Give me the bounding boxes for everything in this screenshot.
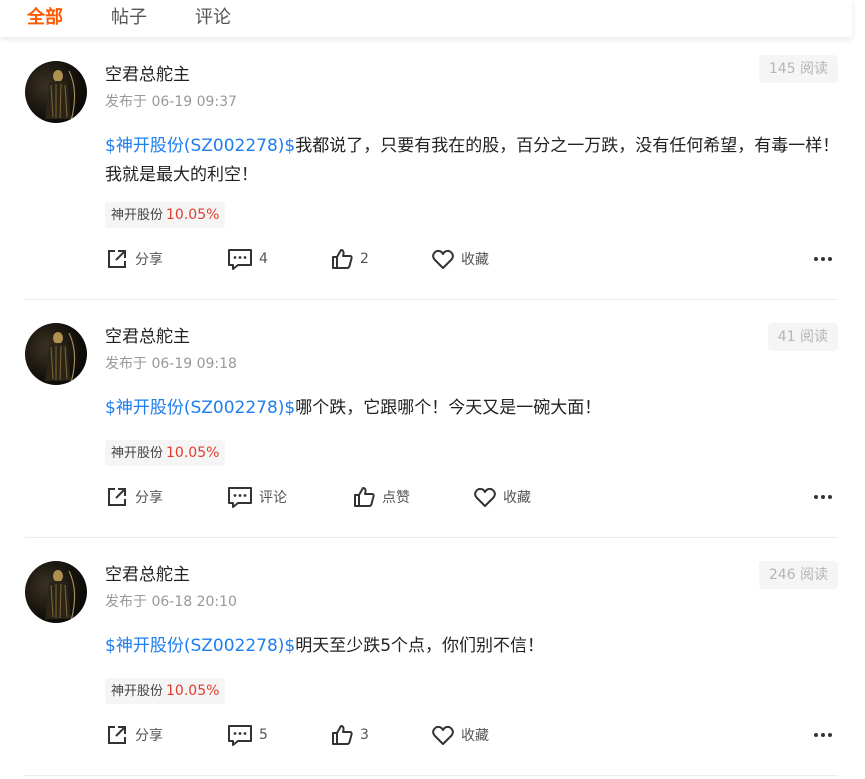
comment-button[interactable]: 4: [227, 244, 268, 274]
share-button[interactable]: 分享: [105, 482, 163, 512]
stock-chip[interactable]: 神开股份 10.05%: [105, 678, 226, 704]
favorite-label: 收藏: [461, 728, 489, 744]
heart-icon: [432, 249, 454, 269]
stock-chip-change: 10.05%: [166, 445, 220, 461]
favorite-button[interactable]: 收藏: [473, 482, 531, 512]
post-content[interactable]: $神开股份(SZ002278)$明天至少跌5个点，你们别不信！: [105, 632, 840, 661]
heart-icon: [432, 725, 454, 745]
post-time: 发布于 06-19 09:18: [105, 356, 237, 372]
more-options-button[interactable]: [812, 244, 834, 274]
post-content[interactable]: $神开股份(SZ002278)$我都说了，只要有我在的股，百分之一万跌，没有任何…: [105, 132, 840, 190]
share-button[interactable]: 分享: [105, 244, 163, 274]
avatar-figure-icon: [45, 570, 76, 622]
stock-chip-name: 神开股份: [111, 208, 164, 223]
share-icon: [108, 250, 126, 268]
avatar[interactable]: [25, 561, 87, 623]
comment-icon: [228, 249, 252, 270]
stock-chip[interactable]: 神开股份 10.05%: [105, 440, 226, 466]
tab-comments[interactable]: 评论: [195, 6, 231, 30]
stock-chip-change: 10.05%: [166, 683, 220, 699]
share-label: 分享: [135, 252, 163, 268]
action-bar: 分享 评论 点赞 收藏: [105, 482, 838, 512]
stock-chip[interactable]: 神开股份 10.05%: [105, 202, 226, 228]
post-text: 明天至少跌5个点，你们别不信！: [295, 636, 545, 656]
more-icon: [814, 257, 832, 261]
tab-all[interactable]: 全部: [27, 6, 63, 30]
thumbs-up-icon: [354, 487, 375, 507]
stock-chip-name: 神开股份: [111, 684, 164, 699]
like-count: 2: [360, 251, 369, 267]
like-button[interactable]: 点赞: [352, 482, 410, 512]
comment-icon: [228, 725, 252, 746]
read-count: 246 阅读: [758, 561, 838, 589]
avatar-figure-icon: [45, 70, 76, 122]
favorite-button[interactable]: 收藏: [431, 720, 489, 750]
comment-label: 评论: [259, 490, 287, 506]
favorite-label: 收藏: [503, 490, 531, 506]
read-count: 145 阅读: [758, 55, 838, 83]
avatar-figure-icon: [45, 332, 76, 384]
author-name[interactable]: 空君总舵主: [105, 326, 190, 348]
comment-count: 4: [259, 251, 268, 267]
comment-button[interactable]: 评论: [227, 482, 287, 512]
share-label: 分享: [135, 490, 163, 506]
like-count: 3: [360, 727, 369, 743]
post-time: 发布于 06-19 09:37: [105, 94, 237, 110]
stock-link[interactable]: $神开股份(SZ002278)$: [105, 636, 295, 656]
tab-bar: 全部 帖子 评论: [0, 0, 852, 37]
share-label: 分享: [135, 728, 163, 744]
more-icon: [814, 495, 832, 499]
post-card: 空君总舵主 发布于 06-19 09:18 41 阅读 $神开股份(SZ0022…: [25, 299, 838, 538]
more-options-button[interactable]: [812, 482, 834, 512]
post-text: 哪个跌，它跟哪个！今天又是一碗大面！: [295, 398, 602, 418]
thumbs-up-icon: [332, 249, 353, 269]
more-options-button[interactable]: [812, 720, 834, 750]
tab-posts[interactable]: 帖子: [111, 6, 147, 30]
read-count: 41 阅读: [767, 323, 838, 351]
author-name[interactable]: 空君总舵主: [105, 564, 190, 586]
stock-link[interactable]: $神开股份(SZ002278)$: [105, 398, 295, 418]
author-name[interactable]: 空君总舵主: [105, 64, 190, 86]
comment-icon: [228, 487, 252, 508]
post-card: 空君总舵主 发布于 06-18 20:10 246 阅读 $神开股份(SZ002…: [25, 537, 838, 776]
favorite-label: 收藏: [461, 252, 489, 268]
post-card: 空君总舵主 发布于 06-19 09:37 145 阅读 $神开股份(SZ002…: [25, 37, 840, 300]
stock-link[interactable]: $神开股份(SZ002278)$: [105, 136, 295, 156]
more-icon: [814, 733, 832, 737]
post-time: 发布于 06-18 20:10: [105, 594, 237, 610]
like-label: 点赞: [382, 490, 410, 506]
comment-count: 5: [259, 727, 268, 743]
share-button[interactable]: 分享: [105, 720, 163, 750]
stock-chip-change: 10.05%: [166, 207, 220, 223]
thumbs-up-icon: [332, 725, 353, 745]
avatar[interactable]: [25, 323, 87, 385]
heart-icon: [474, 487, 496, 507]
share-icon: [108, 726, 126, 744]
post-content[interactable]: $神开股份(SZ002278)$哪个跌，它跟哪个！今天又是一碗大面！: [105, 394, 840, 423]
comment-button[interactable]: 5: [227, 720, 268, 750]
avatar[interactable]: [25, 61, 87, 123]
share-icon: [108, 488, 126, 506]
like-button[interactable]: 2: [330, 244, 369, 274]
action-bar: 分享 5 3 收藏: [105, 720, 838, 750]
like-button[interactable]: 3: [330, 720, 369, 750]
favorite-button[interactable]: 收藏: [431, 244, 489, 274]
action-bar: 分享 4 2 收藏: [105, 244, 838, 274]
stock-chip-name: 神开股份: [111, 446, 164, 461]
